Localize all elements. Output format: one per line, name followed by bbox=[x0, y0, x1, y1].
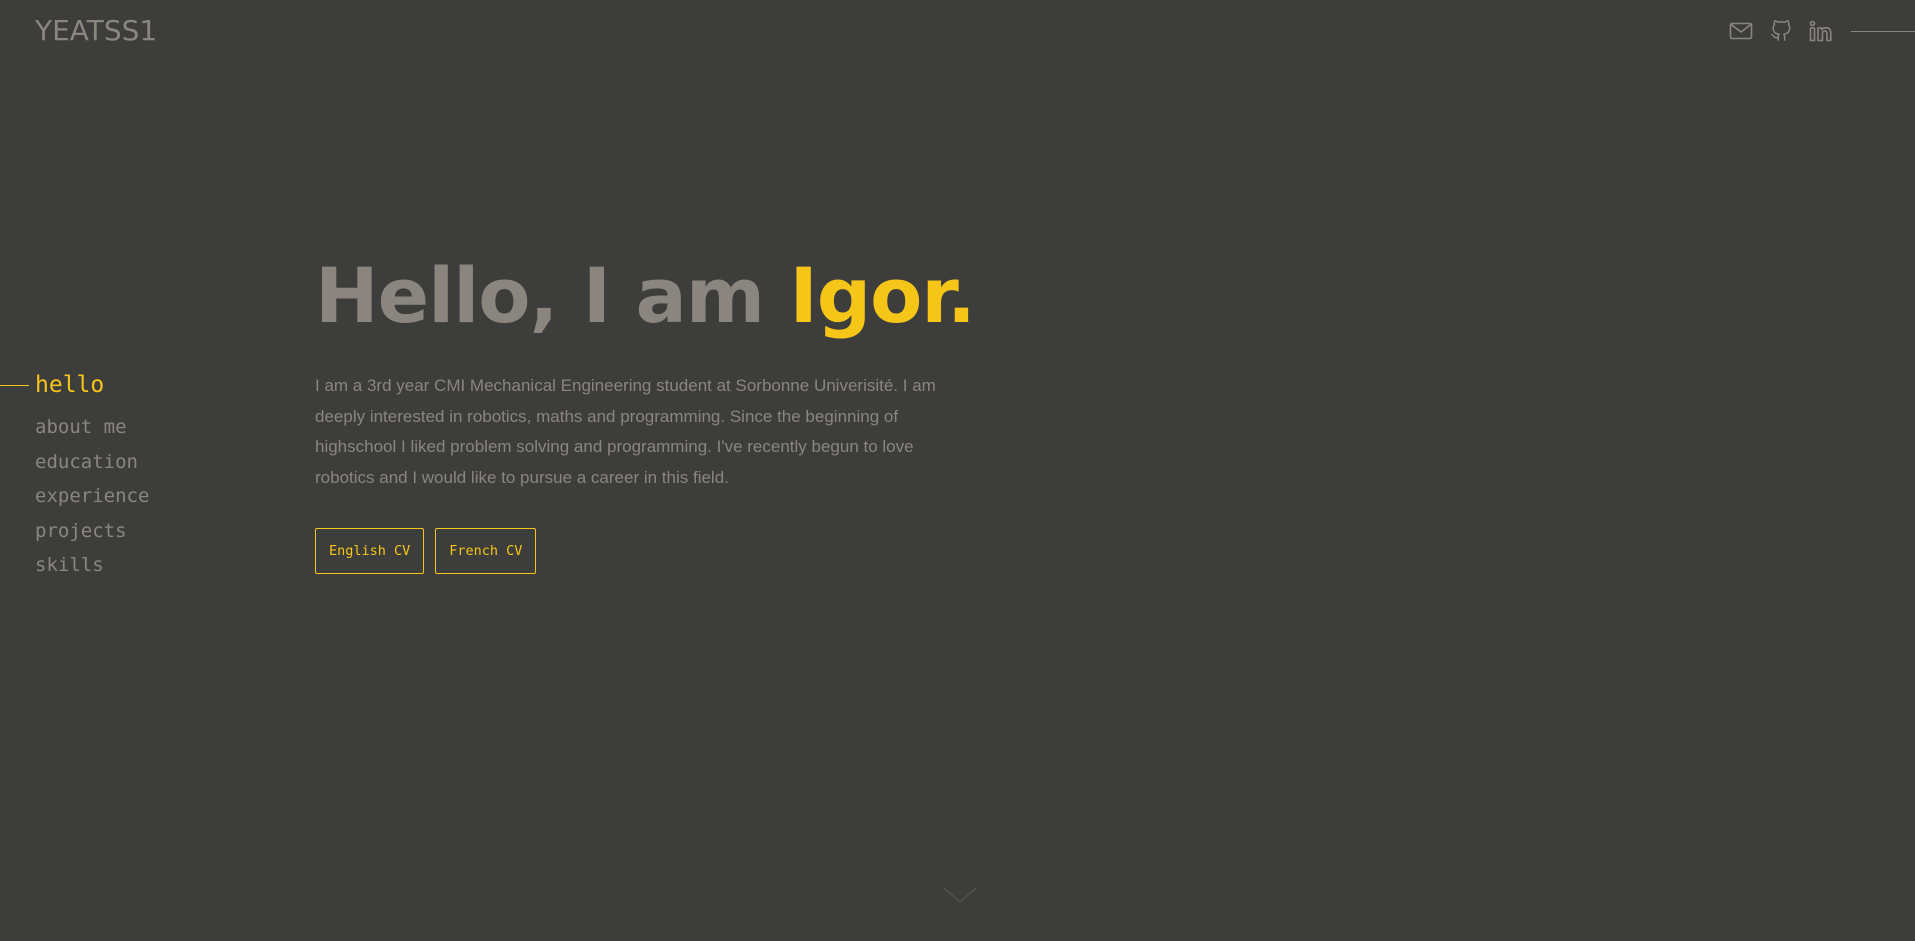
nav-item-education[interactable]: education bbox=[0, 445, 149, 480]
social-divider-line bbox=[1851, 30, 1915, 32]
nav-item-label: about me bbox=[35, 416, 127, 439]
site-logo[interactable]: YEATSS1 bbox=[35, 14, 157, 47]
mail-icon bbox=[1729, 21, 1753, 41]
social-links bbox=[1727, 18, 1915, 44]
nav-item-label: education bbox=[35, 450, 138, 473]
cv-buttons: English CV French CV bbox=[315, 528, 975, 575]
chevron-down-icon bbox=[942, 887, 978, 912]
email-link[interactable] bbox=[1727, 18, 1755, 44]
hero-name: Igor. bbox=[789, 251, 975, 340]
linkedin-icon bbox=[1809, 20, 1833, 42]
active-indicator-line bbox=[0, 385, 29, 386]
french-cv-button[interactable]: French CV bbox=[435, 528, 537, 575]
github-icon bbox=[1770, 19, 1792, 43]
github-link[interactable] bbox=[1767, 18, 1795, 44]
hero-greeting: Hello, I am bbox=[315, 251, 790, 340]
linkedin-link[interactable] bbox=[1807, 18, 1835, 44]
nav-item-projects[interactable]: projects bbox=[0, 514, 149, 549]
scroll-down-button[interactable] bbox=[942, 884, 978, 908]
hero-description: I am a 3rd year CMI Mechanical Engineeri… bbox=[315, 376, 936, 487]
hero-title: Hello, I am Igor. bbox=[315, 250, 976, 341]
nav-item-experience[interactable]: experience bbox=[0, 479, 149, 514]
nav-item-label: experience bbox=[35, 485, 150, 508]
section-nav: hello about me education experience proj… bbox=[0, 370, 149, 583]
english-cv-button[interactable]: English CV bbox=[315, 528, 425, 575]
nav-item-hello[interactable]: hello bbox=[0, 370, 149, 400]
nav-item-label: projects bbox=[35, 519, 127, 542]
hero-section: Hello, I am Igor. I am a 3rd year CMI Me… bbox=[315, 250, 976, 575]
nav-item-about-me[interactable]: about me bbox=[0, 410, 149, 445]
nav-item-label: hello bbox=[35, 372, 105, 398]
nav-item-skills[interactable]: skills bbox=[0, 548, 149, 583]
nav-item-label: skills bbox=[35, 554, 104, 577]
